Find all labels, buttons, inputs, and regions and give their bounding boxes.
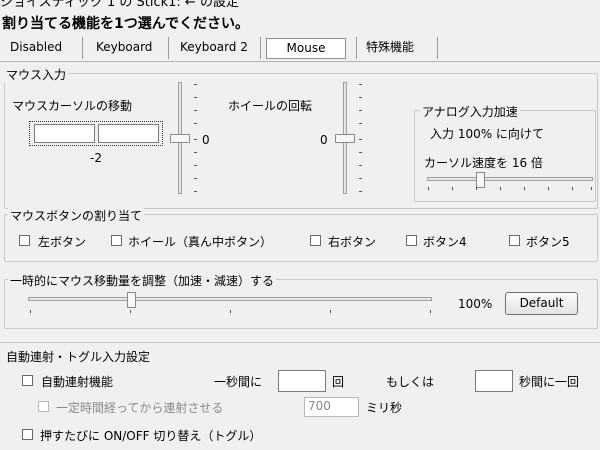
slider-tick	[359, 191, 362, 192]
analog-accel-slider-thumb[interactable]	[476, 172, 485, 188]
temp-adjust-legend: 一時的にマウス移動量を調整（加速・減速）する	[8, 272, 277, 289]
tab-keyboard-2[interactable]: Keyboard 2	[172, 38, 256, 59]
tab-keyboard[interactable]: Keyboard	[88, 38, 160, 59]
slider-tick	[194, 165, 197, 166]
delay-ms-field[interactable]: 700	[304, 397, 359, 417]
analog-accel-line2: カーソル速度を 16 倍	[424, 156, 543, 170]
temp-adjust-slider-track[interactable]	[28, 297, 432, 301]
slider-tick	[548, 187, 549, 190]
slider-tick	[359, 97, 362, 98]
slider-tick	[194, 139, 197, 140]
tab-separator	[437, 37, 438, 59]
button5-checkbox[interactable]	[509, 235, 520, 246]
slider-tick	[194, 84, 197, 85]
slider-tick	[359, 152, 362, 153]
slider-tick	[194, 123, 197, 124]
auto-fire-checkbox[interactable]	[22, 375, 33, 386]
ms-label: ミリ秒	[366, 401, 403, 415]
middle-button-label: ホイール（真ん中ボタン）	[128, 235, 273, 249]
seconds-per-once-label: 秒間に一回	[519, 375, 580, 389]
mouse-input-legend: マウス入力	[4, 66, 69, 83]
middle-button-checkbox[interactable]	[111, 235, 122, 246]
cursor-move-y-field[interactable]	[98, 124, 159, 143]
toggle-label: 押すたびに ON/OFF 切り替え（トグル）	[40, 429, 262, 443]
tab-mouse[interactable]: Mouse	[266, 38, 346, 59]
fire-rate-field[interactable]	[278, 370, 326, 392]
tab-separator	[168, 37, 169, 59]
tab-special[interactable]: 特殊機能	[358, 38, 422, 59]
slider-tick	[524, 187, 525, 190]
slider-tick	[359, 139, 362, 140]
slider-tick	[500, 187, 501, 190]
right-button-label: 右ボタン	[328, 235, 377, 249]
slider-tick	[194, 97, 197, 98]
slider-tick	[359, 178, 362, 179]
left-button-checkbox[interactable]	[19, 235, 30, 246]
slider-tick	[452, 187, 453, 190]
slider-tick	[130, 310, 131, 313]
slider-tick	[194, 191, 197, 192]
button4-label: ボタン4	[423, 235, 467, 249]
auto-fire-section-title: 自動連射・トグル入力設定	[6, 350, 151, 364]
right-button-checkbox[interactable]	[310, 235, 321, 246]
cursor-speed-value: 0	[202, 133, 210, 147]
instruction-text: 割り当てる機能を1つ選んでください。	[2, 16, 250, 32]
auto-fire-label: 自動連射機能	[41, 375, 114, 389]
slider-tick	[359, 123, 362, 124]
fire-interval-field[interactable]	[475, 370, 513, 392]
left-button-label: 左ボタン	[38, 235, 87, 249]
default-button[interactable]: Default	[505, 292, 578, 315]
slider-tick	[591, 187, 592, 190]
or-label: もしくは	[386, 375, 435, 389]
slider-tick	[194, 178, 197, 179]
tab-separator	[82, 37, 83, 59]
cursor-speed-slider-thumb[interactable]	[170, 134, 190, 143]
wheel-slider-thumb[interactable]	[335, 134, 355, 143]
temp-adjust-slider-thumb[interactable]	[127, 292, 136, 308]
per-second-label: 一秒間に	[214, 375, 263, 389]
slider-tick	[359, 165, 362, 166]
slider-tick	[194, 152, 197, 153]
analog-accel-line1: 入力 100% に向けて	[430, 127, 544, 141]
tab-separator	[260, 37, 261, 59]
temp-adjust-percent: 100%	[458, 297, 493, 311]
function-tabs: Disabled Keyboard Keyboard 2 Mouse 特殊機能	[0, 35, 600, 62]
slider-tick	[476, 187, 477, 190]
button5-label: ボタン5	[526, 235, 570, 249]
times-label: 回	[332, 375, 345, 389]
analog-accel-legend: アナログ入力加速	[420, 103, 520, 120]
slider-tick	[428, 187, 429, 190]
cursor-move-label: マウスカーソルの移動	[12, 99, 133, 113]
slider-tick	[572, 187, 573, 190]
mouse-buttons-legend: マウスボタンの割り当て	[8, 207, 145, 224]
slider-tick	[30, 310, 31, 313]
delay-fire-checkbox[interactable]	[38, 401, 49, 412]
delay-fire-label: 一定時間経ってから連射させる	[56, 401, 224, 415]
slider-tick	[330, 310, 331, 313]
toggle-checkbox[interactable]	[22, 429, 33, 440]
slider-tick	[359, 84, 362, 85]
cursor-move-value: -2	[90, 151, 102, 165]
section-divider	[0, 342, 600, 343]
cursor-move-x-field[interactable]	[34, 124, 95, 143]
slider-tick	[430, 310, 431, 313]
slider-tick	[230, 310, 231, 313]
slider-tick	[194, 110, 197, 111]
analog-accel-slider-track[interactable]	[427, 177, 593, 181]
button4-checkbox[interactable]	[406, 235, 417, 246]
wheel-label: ホイールの回転	[228, 99, 313, 113]
window-title: ジョイスティック 1 の Stick1: ← の設定	[0, 0, 239, 10]
tab-separator	[356, 37, 357, 59]
slider-tick	[359, 110, 362, 111]
wheel-value: 0	[320, 133, 328, 147]
tab-disabled[interactable]: Disabled	[2, 38, 70, 59]
